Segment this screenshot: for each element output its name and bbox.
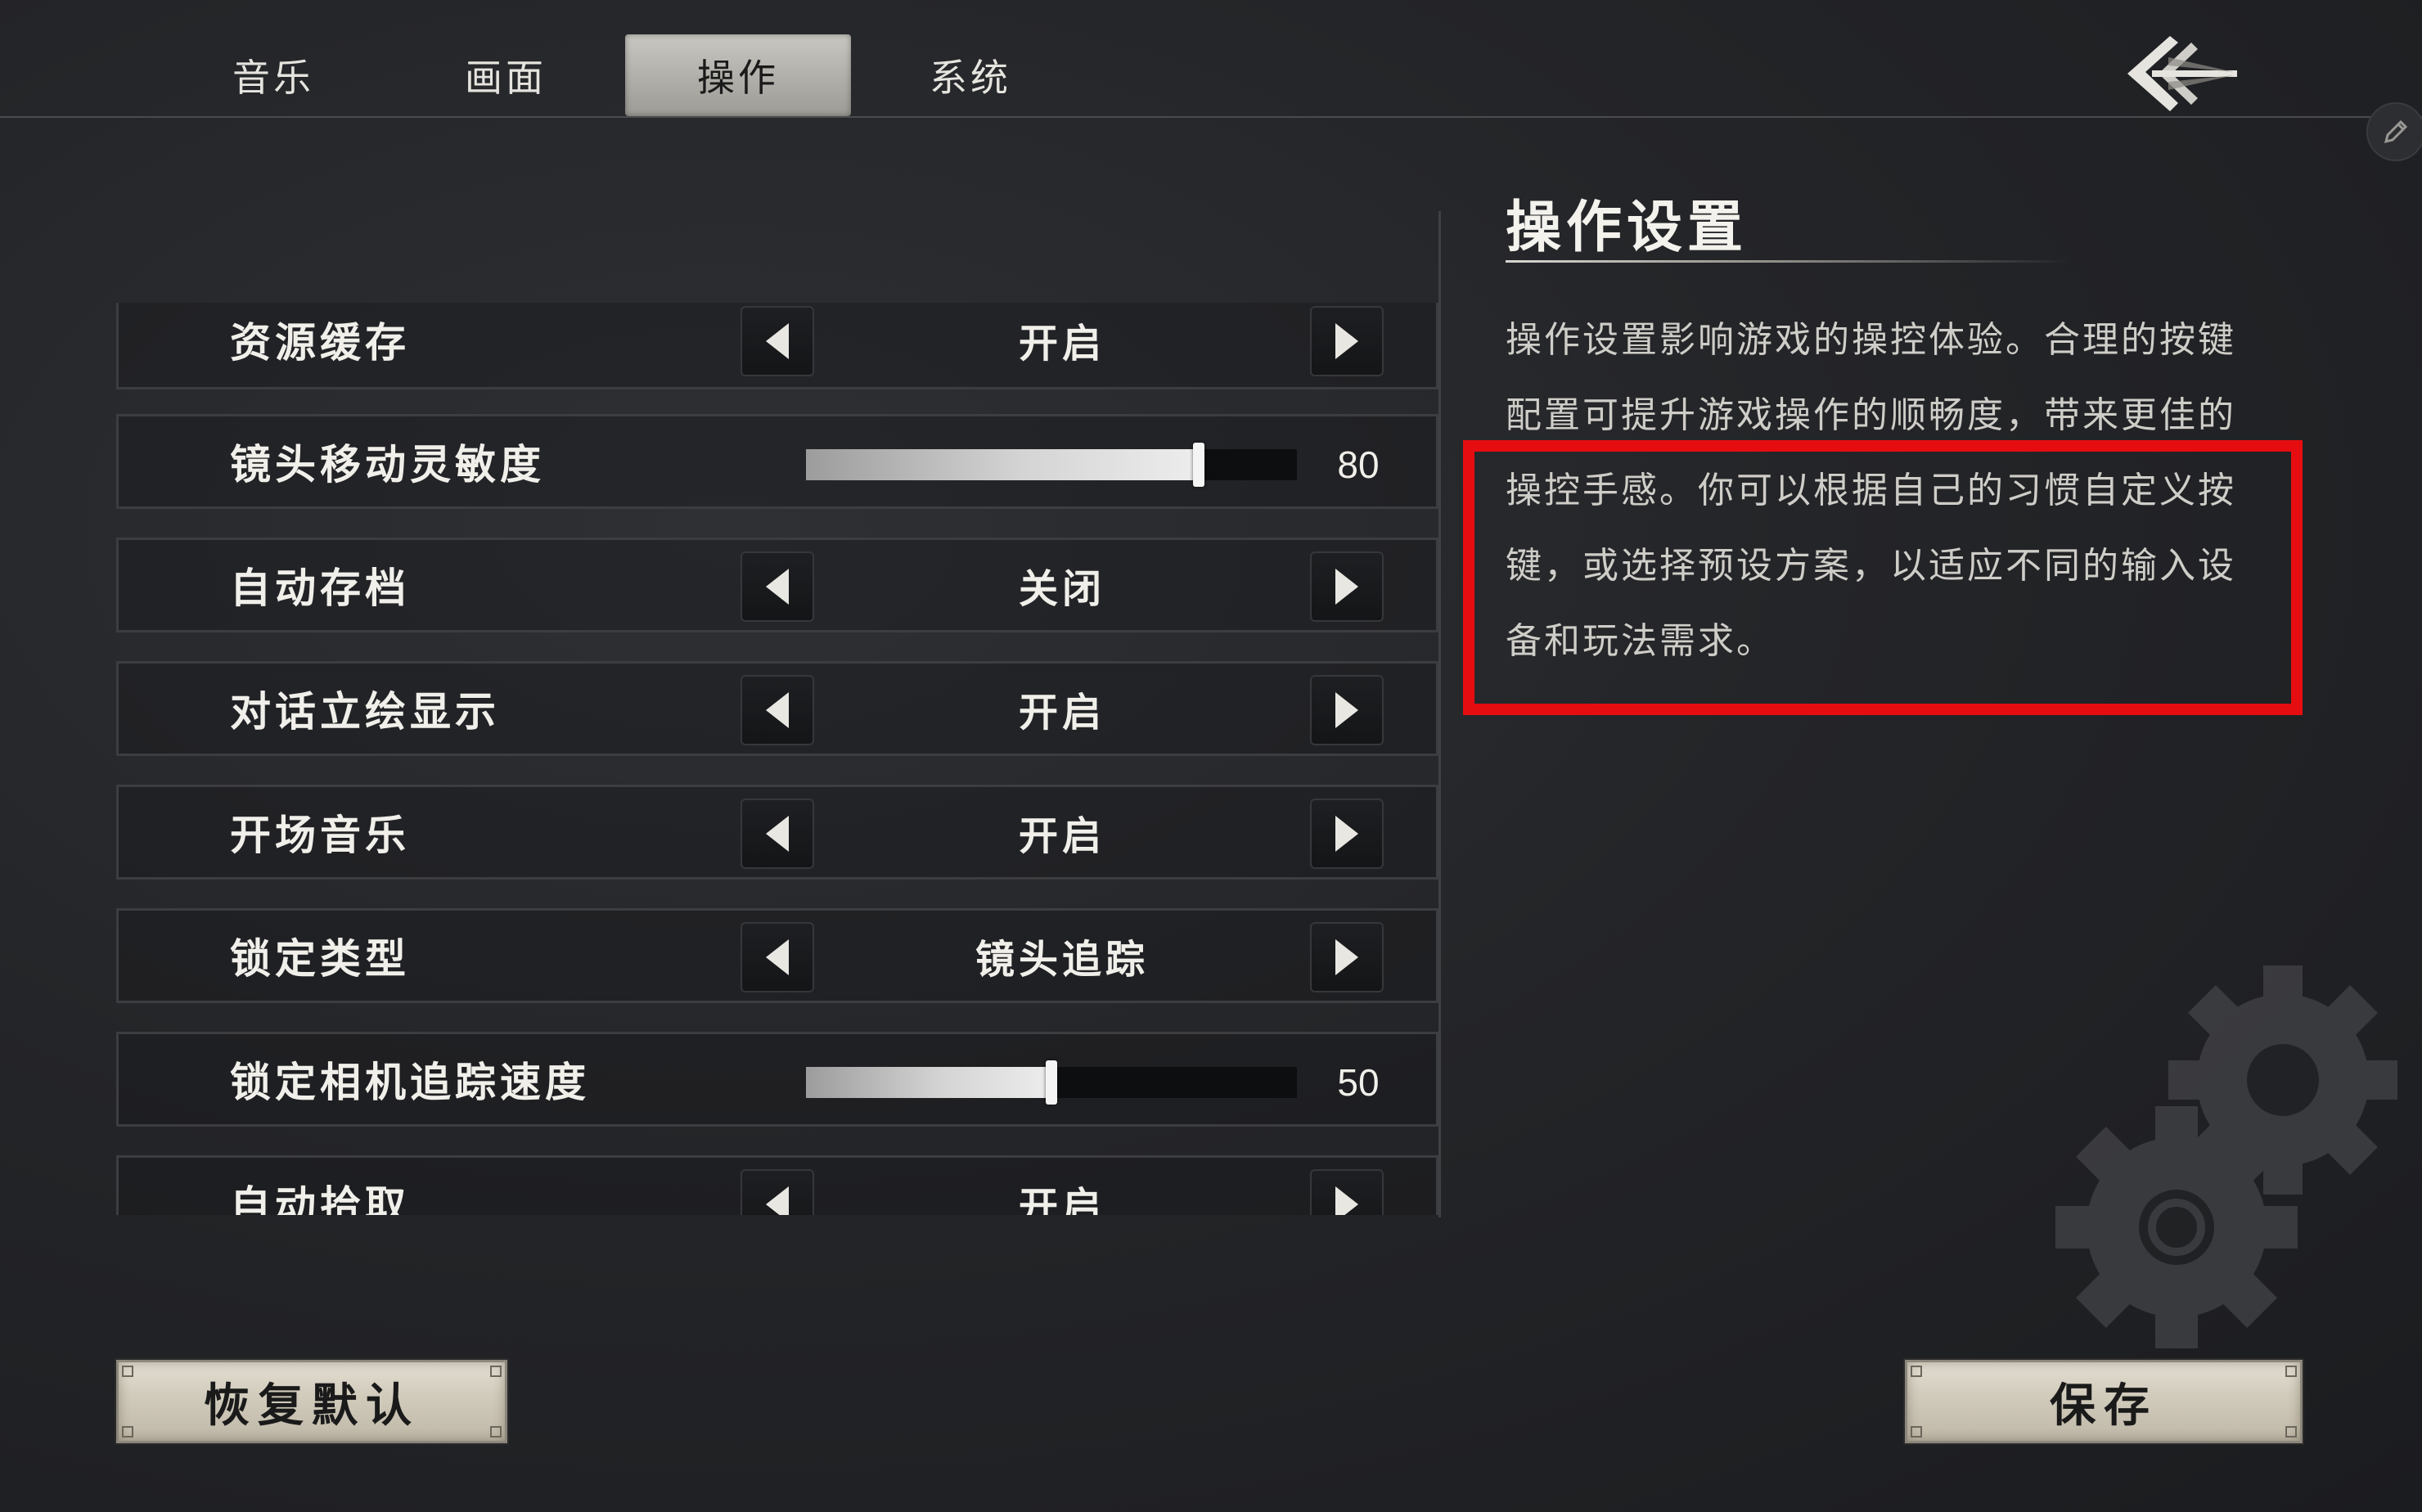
prev-option-button[interactable] [741, 675, 814, 745]
back-arrow-icon [2127, 36, 2237, 111]
arrow-left-icon [766, 692, 789, 728]
slider-value: 80 [1337, 443, 1380, 486]
setting-label: 锁定类型 [230, 934, 410, 983]
setting-row-auto-pickup: 自动拾取 开启 [116, 1155, 1438, 1215]
arrow-right-icon [1335, 939, 1358, 975]
arrow-left-icon [766, 1186, 789, 1215]
setting-value: 开启 [1018, 813, 1105, 859]
tab-music[interactable]: 音乐 [160, 34, 386, 116]
prev-option-button[interactable] [741, 306, 814, 376]
corner-ornament [122, 1366, 133, 1377]
setting-label: 开场音乐 [230, 811, 410, 859]
setting-label: 资源缓存 [230, 318, 410, 367]
corner-ornament [2285, 1426, 2297, 1438]
settings-list[interactable]: 资源缓存 开启 镜头移动灵敏度 80 自动存档 关闭 对话立绘显示 开启 开场音… [116, 303, 1442, 1215]
arrow-left-icon [766, 939, 789, 975]
arrow-right-icon [1335, 569, 1358, 605]
description-line: 操作设置影响游戏的操控体验。合理的按键 [1506, 319, 2236, 361]
save-button[interactable]: 保存 [1905, 1360, 2303, 1443]
save-label: 保存 [2050, 1378, 2158, 1433]
next-option-button[interactable] [1310, 1169, 1384, 1215]
panel-divider [1438, 211, 1441, 1217]
arrow-right-icon [1335, 816, 1358, 852]
arrow-right-icon [1335, 1186, 1358, 1215]
tab-graphics[interactable]: 画面 [393, 34, 619, 116]
setting-label: 镜头移动灵敏度 [230, 440, 545, 488]
next-option-button[interactable] [1310, 799, 1384, 869]
arrow-left-icon [766, 816, 789, 852]
setting-value: 开启 [1018, 690, 1105, 736]
setting-row-lock-type: 锁定类型 镜头追踪 [116, 908, 1438, 1003]
slider-fill [806, 1067, 1051, 1098]
slider-handle[interactable] [1193, 443, 1204, 487]
lock-camera-speed-slider[interactable] [806, 1060, 1297, 1105]
arrow-right-icon [1335, 692, 1358, 728]
setting-row-lock-camera-speed: 锁定相机追踪速度 50 [116, 1032, 1438, 1127]
arrow-right-icon [1335, 323, 1358, 359]
edit-button[interactable] [2366, 102, 2422, 161]
tab-bar: 音乐 画面 操作 系统 [0, 0, 2422, 118]
gear-icon [2055, 965, 2397, 1348]
prev-option-button[interactable] [741, 1169, 814, 1215]
next-option-button[interactable] [1310, 675, 1384, 745]
camera-sensitivity-slider[interactable] [806, 443, 1297, 487]
corner-ornament [2285, 1366, 2297, 1377]
setting-value: 镜头追踪 [975, 937, 1149, 983]
corner-ornament [490, 1426, 502, 1438]
setting-value: 开启 [1018, 321, 1105, 367]
setting-row-camera-sensitivity: 镜头移动灵敏度 80 [116, 414, 1438, 509]
setting-value: 开启 [1018, 1184, 1105, 1215]
highlight-box [1463, 440, 2303, 715]
back-button[interactable] [2119, 25, 2242, 123]
prev-option-button[interactable] [741, 799, 814, 869]
title-underline [1506, 260, 2070, 263]
tab-controls[interactable]: 操作 [625, 34, 851, 116]
slider-handle[interactable] [1046, 1060, 1057, 1105]
setting-label: 自动拾取 [230, 1181, 410, 1215]
corner-ornament [490, 1366, 502, 1377]
slider-value: 50 [1337, 1061, 1380, 1104]
setting-row-resource-cache: 资源缓存 开启 [116, 303, 1438, 389]
arrow-left-icon [766, 323, 789, 359]
prev-option-button[interactable] [741, 551, 814, 622]
settings-screen: 音乐 画面 操作 系统 资源缓存 开启 镜头移动灵敏度 80 自动存档 关闭 对… [0, 0, 2422, 1512]
corner-ornament [1911, 1426, 1922, 1438]
prev-option-button[interactable] [741, 922, 814, 992]
setting-label: 对话立绘显示 [230, 687, 500, 736]
slider-fill [806, 449, 1199, 480]
setting-label: 自动存档 [230, 564, 410, 612]
setting-label: 锁定相机追踪速度 [230, 1058, 590, 1106]
setting-row-dialogue-portrait: 对话立绘显示 开启 [116, 661, 1438, 756]
next-option-button[interactable] [1310, 922, 1384, 992]
restore-defaults-button[interactable]: 恢复默认 [116, 1360, 507, 1443]
restore-defaults-label: 恢复默认 [204, 1378, 420, 1433]
corner-ornament [1911, 1366, 1922, 1377]
pencil-icon [2384, 119, 2408, 144]
arrow-left-icon [766, 569, 789, 605]
description-title: 操作设置 [1506, 195, 1749, 260]
next-option-button[interactable] [1310, 306, 1384, 376]
setting-value: 关闭 [1018, 566, 1105, 612]
tab-system[interactable]: 系统 [858, 34, 1083, 116]
setting-row-opening-music: 开场音乐 开启 [116, 785, 1438, 880]
setting-row-autosave: 自动存档 关闭 [116, 538, 1438, 632]
next-option-button[interactable] [1310, 551, 1384, 622]
corner-ornament [122, 1426, 133, 1438]
